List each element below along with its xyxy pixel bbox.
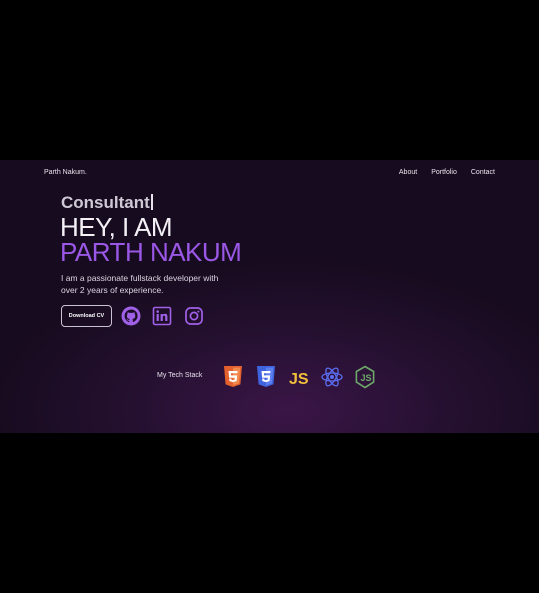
- html5-icon: [222, 365, 244, 389]
- portfolio-hero-frame: Parth Nakum. About Portfolio Contact Con…: [0, 160, 539, 433]
- svg-text:JS: JS: [289, 371, 309, 388]
- bio-line-1: I am a passionate fullstack developer wi…: [61, 273, 219, 283]
- svg-text:JS: JS: [361, 373, 372, 383]
- css3-icon: [255, 365, 277, 389]
- typed-role-text: Consultant: [61, 193, 150, 212]
- top-nav: About Portfolio Contact: [399, 169, 495, 176]
- nav-about[interactable]: About: [399, 169, 417, 176]
- hero-name: PARTH NAKUM: [60, 237, 242, 267]
- linkedin-icon[interactable]: [152, 306, 172, 326]
- hero-bio: I am a passionate fullstack developer wi…: [61, 272, 251, 296]
- nodejs-icon: JS: [354, 365, 376, 389]
- brand-logo[interactable]: Parth Nakum.: [44, 169, 87, 176]
- nav-portfolio[interactable]: Portfolio: [431, 169, 457, 176]
- tech-stack-label: My Tech Stack: [157, 372, 203, 379]
- typed-role: Consultant: [61, 193, 153, 213]
- javascript-icon: JS: [288, 365, 312, 389]
- github-icon[interactable]: [121, 306, 141, 326]
- instagram-icon[interactable]: [184, 306, 204, 326]
- react-icon: [320, 365, 344, 389]
- typing-caret: [150, 194, 153, 210]
- nav-contact[interactable]: Contact: [471, 169, 495, 176]
- bio-line-2: over 2 years of experience.: [61, 285, 164, 295]
- download-cv-button[interactable]: Download CV: [61, 305, 112, 327]
